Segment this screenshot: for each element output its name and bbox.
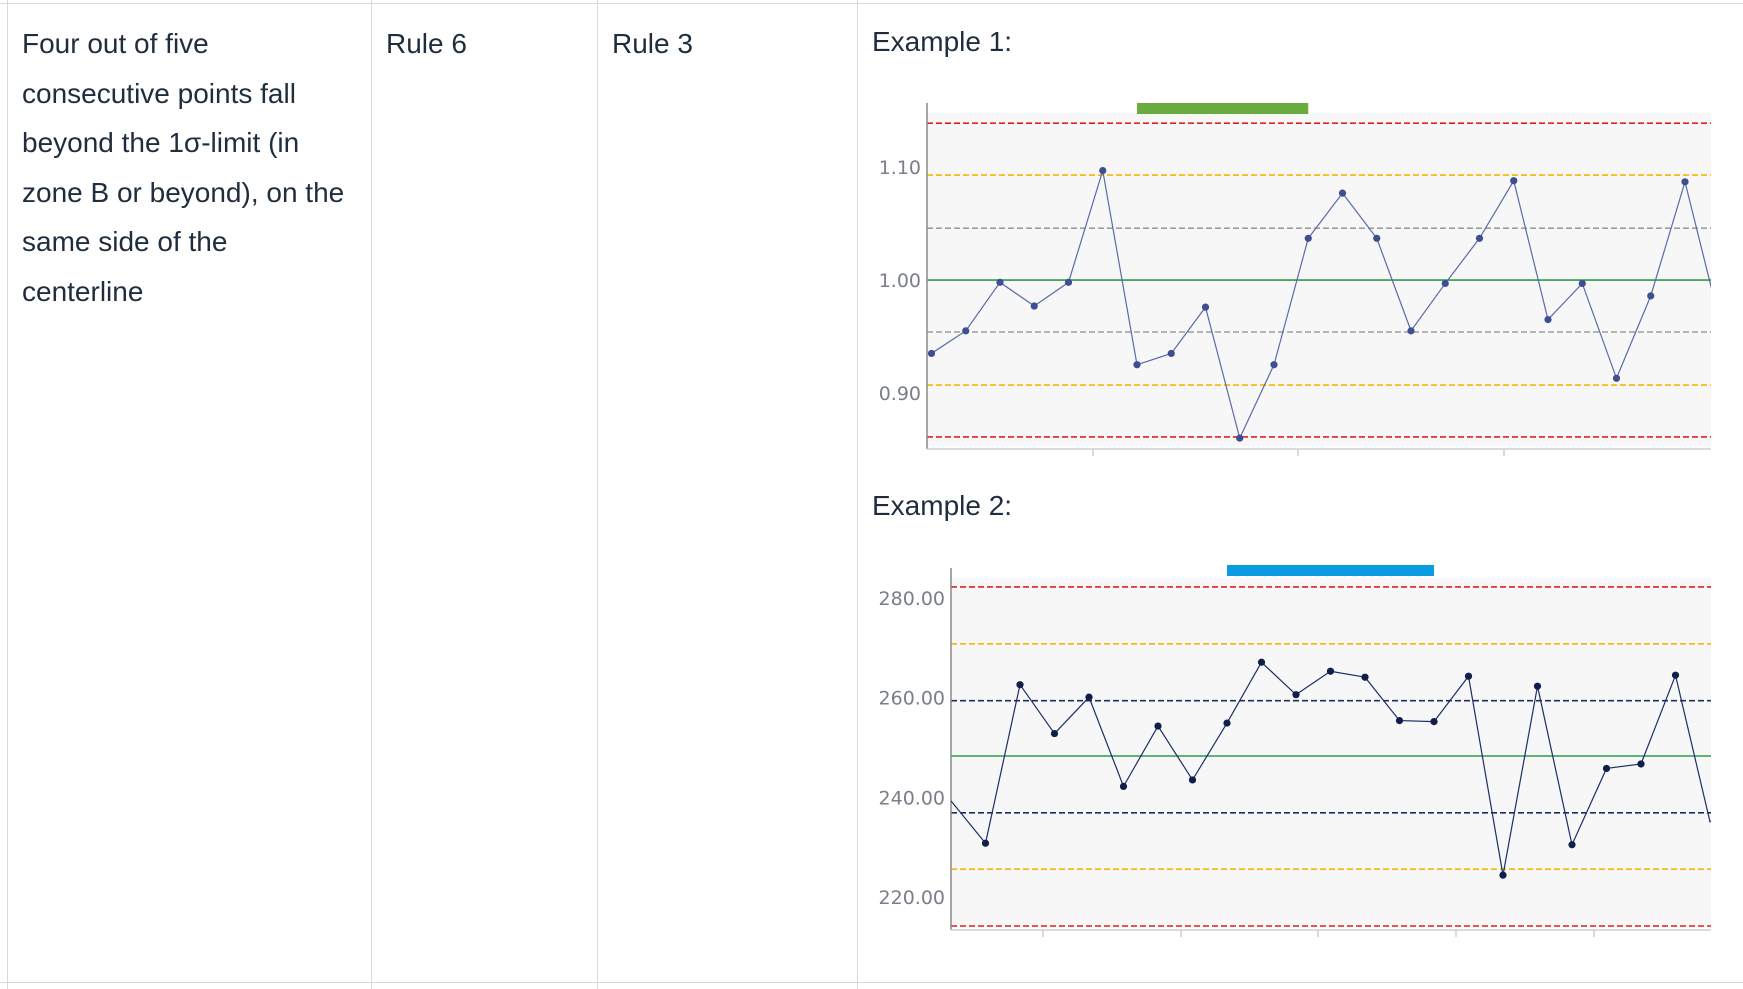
data-point bbox=[1188, 776, 1197, 784]
data-point bbox=[1464, 672, 1473, 680]
control-chart-2: 280.00 260.00 240.00 220.00 bbox=[879, 565, 1711, 937]
data-point bbox=[1430, 717, 1438, 726]
highlight-bar bbox=[1227, 565, 1434, 576]
data-point bbox=[1154, 722, 1162, 730]
y-tick-label: 260.00 bbox=[879, 688, 945, 710]
data-point bbox=[1499, 871, 1507, 879]
data-point bbox=[1395, 716, 1404, 725]
data-point bbox=[1119, 782, 1128, 791]
data-point bbox=[1050, 729, 1059, 738]
y-tick-label: 280.00 bbox=[879, 588, 945, 610]
data-point bbox=[1637, 760, 1645, 768]
y-tick-label: 220.00 bbox=[879, 887, 945, 909]
data-point bbox=[981, 839, 990, 847]
data-point bbox=[1292, 691, 1300, 699]
data-point bbox=[1223, 719, 1231, 727]
y-tick-label: 240.00 bbox=[879, 787, 945, 809]
data-point bbox=[1085, 693, 1093, 701]
data-point bbox=[1602, 764, 1611, 773]
data-point bbox=[1257, 658, 1266, 666]
data-point bbox=[1671, 671, 1680, 679]
data-point bbox=[1326, 667, 1335, 675]
data-point bbox=[1016, 681, 1024, 689]
plot-area bbox=[951, 578, 1711, 927]
data-point bbox=[1533, 682, 1542, 690]
data-point bbox=[1568, 841, 1576, 849]
data-point bbox=[1361, 673, 1369, 681]
